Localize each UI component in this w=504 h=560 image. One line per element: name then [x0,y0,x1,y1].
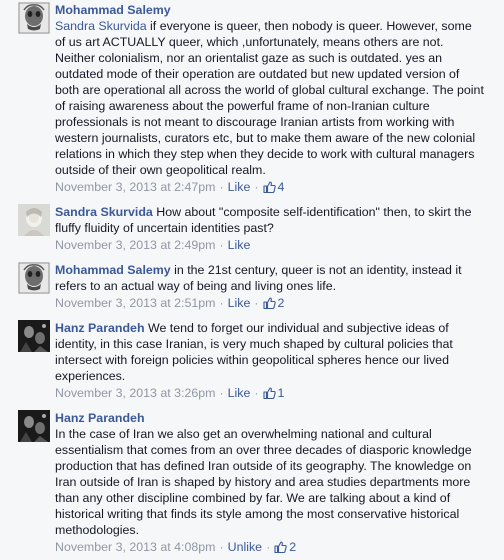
comment-author[interactable]: Mohammad Salemy [55,263,171,277]
meta-separator: · [254,386,259,400]
comment-meta: November 3, 2013 at 3:26pm · Like · 1 [55,385,495,401]
like-count-value: 4 [277,180,285,194]
comment-timestamp[interactable]: November 3, 2013 at 2:51pm [55,295,216,311]
comment-body: if everyone is queer, then nobody is que… [55,19,484,177]
comment-meta: November 3, 2013 at 2:49pm · Like [55,237,495,253]
like-button[interactable]: Like [228,385,251,401]
comment-meta: November 3, 2013 at 2:51pm · Like · 2 [55,295,495,311]
meta-separator: · [219,180,224,194]
meta-separator: · [254,296,259,310]
mention-link[interactable]: Sandra Skurvida [55,19,147,33]
pale-portrait-avatar[interactable] [18,204,50,236]
thumbs-up-icon [262,387,276,399]
comment-timestamp[interactable]: November 3, 2013 at 2:49pm [55,237,216,253]
thumbs-up-icon [274,541,287,553]
comment-timestamp[interactable]: November 3, 2013 at 3:26pm [55,385,216,401]
like-button[interactable]: Like [228,237,251,253]
comment-author[interactable]: Hanz Parandeh [55,410,495,426]
comment-author[interactable]: Hanz Parandeh [55,321,145,335]
meta-separator: · [254,180,259,194]
like-count[interactable]: 2 [274,539,296,555]
like-count[interactable]: 2 [262,295,285,311]
like-button[interactable]: Like [228,295,251,311]
comment-text: Sandra Skurvida if everyone is queer, th… [55,18,495,178]
comment-body: In the case of Iran we also get an overw… [55,427,472,537]
like-count-value: 2 [289,540,297,554]
like-count-value: 1 [277,386,285,400]
meta-separator: · [266,540,271,554]
like-count[interactable]: 1 [262,385,285,401]
comment-thread: Mohammad Salemy Sandra Skurvida if every… [0,0,504,560]
comment-meta: November 3, 2013 at 4:08pm · Unlike · 2 [55,539,495,555]
comment-text: Sandra Skurvida How about "composite sel… [55,204,495,236]
meta-separator: · [219,296,224,310]
meta-separator: · [219,238,224,252]
skull-portrait-avatar[interactable] [18,2,50,34]
thumbs-up-icon [262,181,276,193]
dark-photo-avatar[interactable] [18,410,50,442]
comment-text: Mohammad Salemy in the 21st century, que… [55,262,495,294]
meta-separator: · [219,386,224,400]
meta-separator: · [219,540,224,554]
comment-text: In the case of Iran we also get an overw… [55,426,495,538]
unlike-button[interactable]: Unlike [228,539,262,555]
comment-author[interactable]: Mohammad Salemy [55,2,495,18]
comment-text: Hanz Parandeh We tend to forget our indi… [55,320,495,384]
dark-photo-avatar[interactable] [18,320,50,352]
thumbs-up-icon [262,297,276,309]
like-count[interactable]: 4 [262,179,285,195]
skull-portrait-avatar[interactable] [18,262,50,294]
comment-timestamp[interactable]: November 3, 2013 at 4:08pm [55,539,216,555]
comment-author[interactable]: Sandra Skurvida [55,205,153,219]
like-button[interactable]: Like [228,179,251,195]
comment-meta: November 3, 2013 at 2:47pm · Like · 4 [55,179,495,195]
comment-timestamp[interactable]: November 3, 2013 at 2:47pm [55,179,216,195]
like-count-value: 2 [277,296,285,310]
